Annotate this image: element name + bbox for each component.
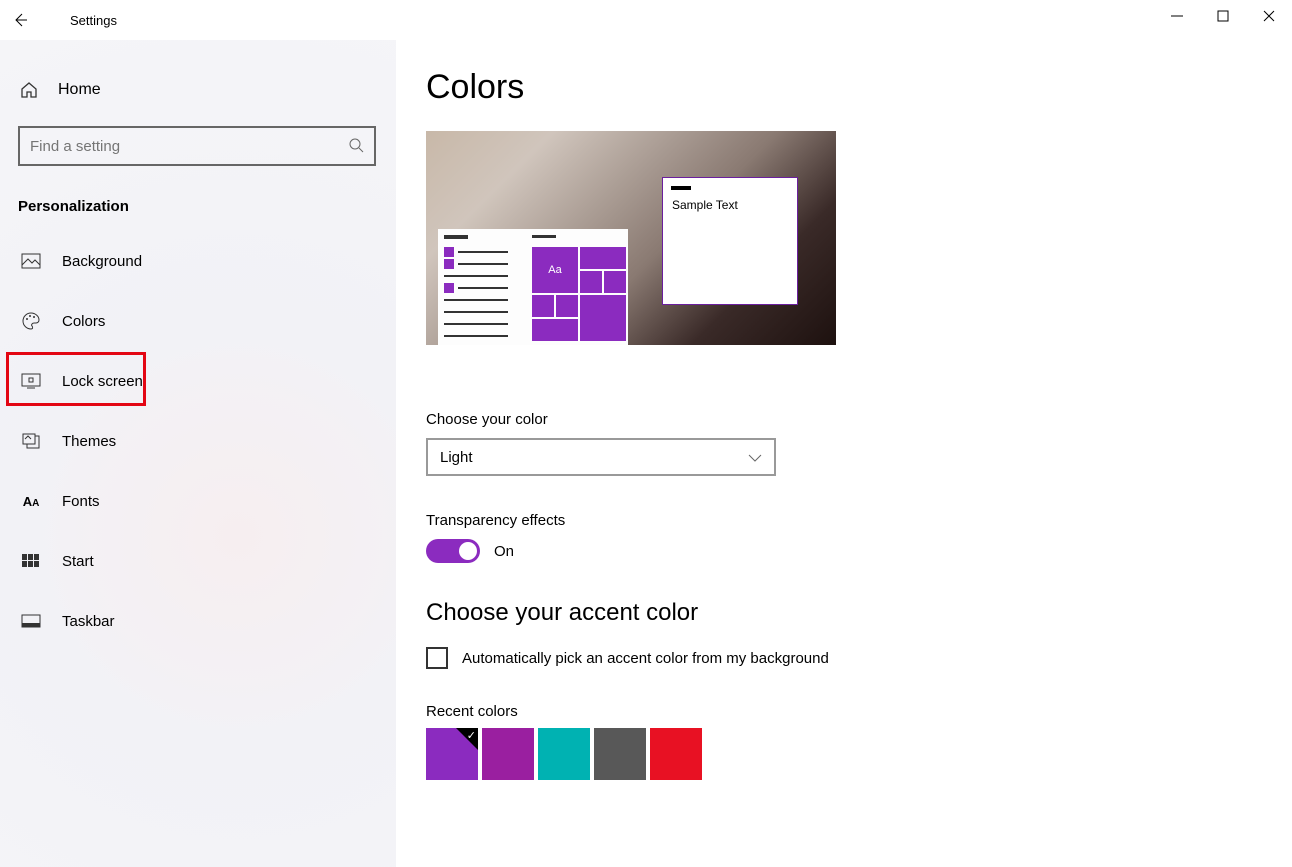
themes-icon [20, 432, 42, 450]
preview-panel: Aa Sample Text [426, 131, 836, 361]
back-button[interactable] [0, 0, 40, 40]
chevron-down-icon [748, 449, 762, 466]
palette-icon [20, 311, 42, 331]
section-label: Personalization [18, 198, 396, 215]
maximize-button[interactable] [1200, 0, 1246, 32]
nav-label: Lock screen [62, 373, 143, 390]
recent-label: Recent colors [426, 703, 1292, 720]
preview-sample-window: Sample Text [662, 177, 798, 305]
nav-label: Start [62, 553, 94, 570]
transparency-value: On [494, 543, 514, 560]
search-input[interactable] [30, 138, 348, 155]
minimize-button[interactable] [1154, 0, 1200, 32]
search-box[interactable] [18, 126, 376, 166]
lock-screen-icon [20, 373, 42, 389]
transparency-label: Transparency effects [426, 512, 1292, 529]
auto-pick-checkbox[interactable] [426, 647, 448, 669]
choose-color-label: Choose your color [426, 411, 1292, 428]
nav-label: Colors [62, 313, 105, 330]
nav-background[interactable]: Background [18, 237, 396, 285]
sidebar: Home Personalization Background Colors L… [0, 40, 396, 867]
swatch-recent-0[interactable]: ✓ [426, 728, 478, 780]
nav-taskbar[interactable]: Taskbar [18, 597, 396, 645]
swatch-recent-1[interactable] [482, 728, 534, 780]
taskbar-icon [20, 614, 42, 628]
choose-color-value: Light [440, 449, 473, 466]
nav-home[interactable]: Home [18, 60, 396, 120]
nav-label: Taskbar [62, 613, 115, 630]
nav-lock-screen[interactable]: Lock screen [18, 357, 396, 405]
nav-colors[interactable]: Colors [18, 297, 396, 345]
nav-label: Themes [62, 433, 116, 450]
nav-home-label: Home [58, 81, 101, 99]
nav-label: Background [62, 253, 142, 270]
transparency-toggle[interactable] [426, 539, 480, 563]
recent-swatches: ✓ [426, 728, 1292, 780]
nav-label: Fonts [62, 493, 100, 510]
swatch-recent-2[interactable] [538, 728, 590, 780]
window-title: Settings [70, 13, 117, 28]
preview-sample-text: Sample Text [663, 198, 797, 212]
picture-icon [20, 253, 42, 269]
search-icon [348, 137, 364, 156]
close-button[interactable] [1246, 0, 1292, 32]
fonts-icon: AA [20, 494, 42, 509]
choose-color-dropdown[interactable]: Light [426, 438, 776, 476]
auto-pick-label: Automatically pick an accent color from … [462, 650, 829, 667]
home-icon [18, 80, 40, 100]
nav-themes[interactable]: Themes [18, 417, 396, 465]
preview-tile-aa: Aa [532, 247, 578, 293]
preview-start-menu: Aa [438, 229, 628, 345]
accent-heading: Choose your accent color [426, 599, 1292, 627]
page-heading: Colors [426, 68, 1292, 107]
swatch-recent-3[interactable] [594, 728, 646, 780]
nav-fonts[interactable]: AA Fonts [18, 477, 396, 525]
nav-start[interactable]: Start [18, 537, 396, 585]
content-area: Colors Aa [396, 40, 1292, 867]
swatch-recent-4[interactable] [650, 728, 702, 780]
start-icon [20, 554, 42, 568]
